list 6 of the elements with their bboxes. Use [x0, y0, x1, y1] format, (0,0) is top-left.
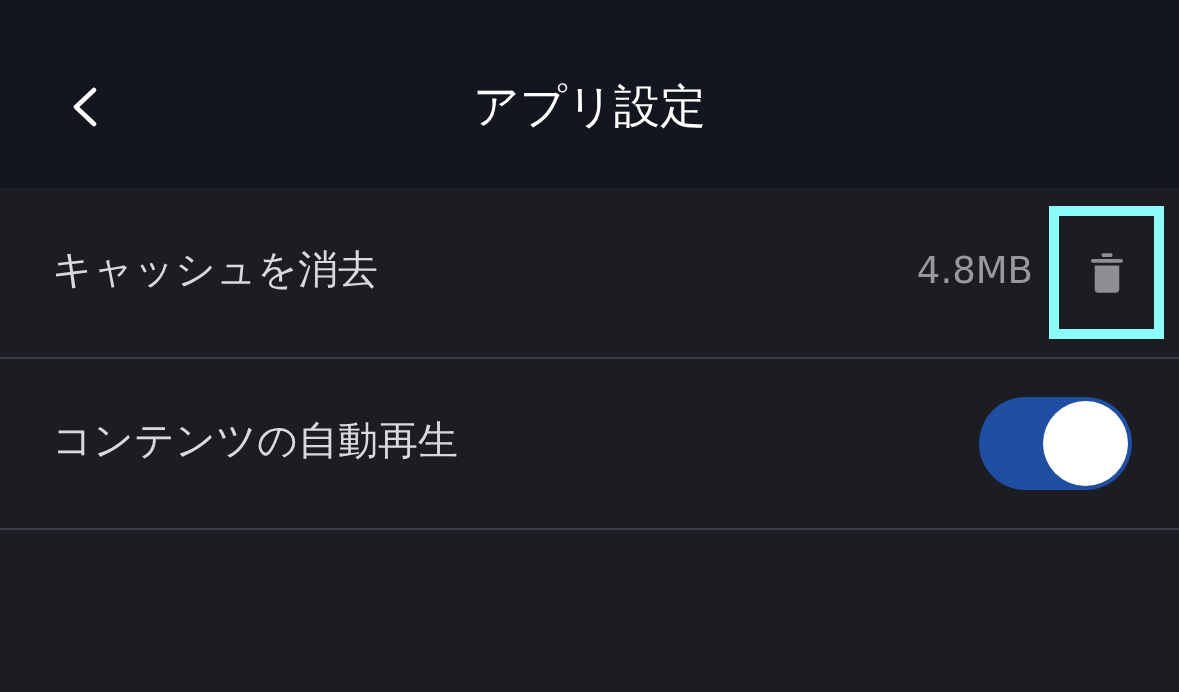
delete-button[interactable] [1049, 206, 1164, 339]
setting-label: キャッシュを消去 [52, 245, 379, 294]
trash-icon [1090, 252, 1123, 293]
setting-label: コンテンツの自動再生 [52, 416, 459, 465]
page-title: アプリ設定 [472, 78, 707, 135]
cache-size-text: 4.8MB [916, 249, 1033, 294]
